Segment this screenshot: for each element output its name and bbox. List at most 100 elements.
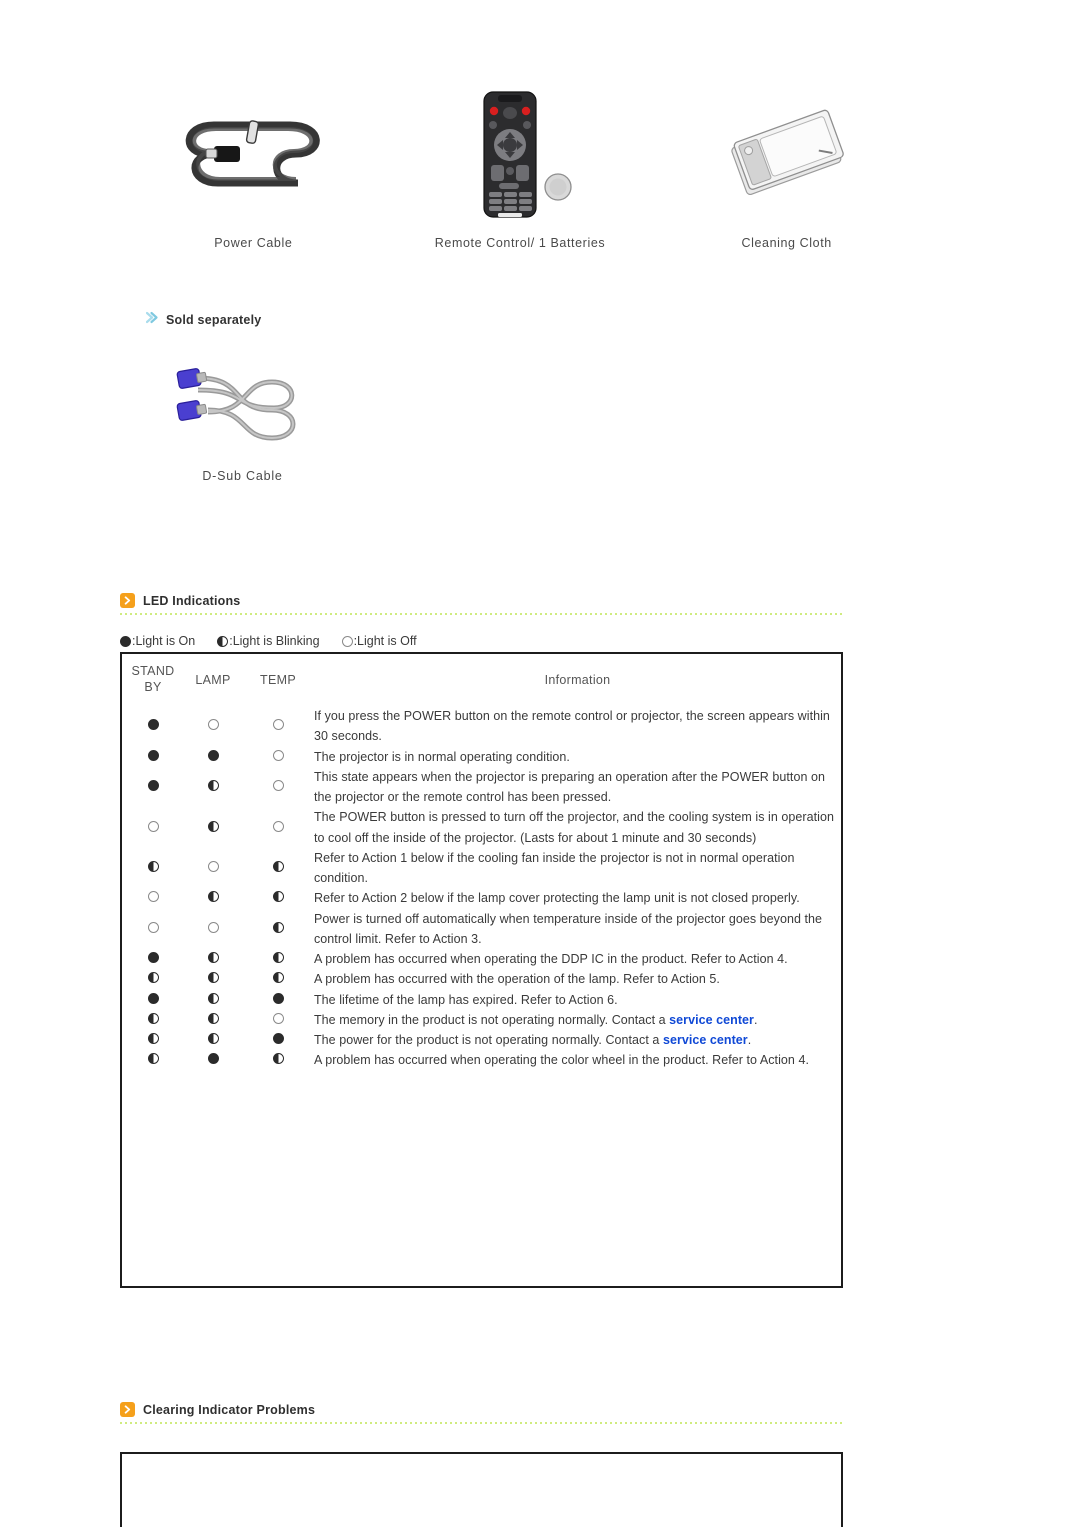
led-cell-temp — [242, 990, 314, 1010]
clearing-indicator-problems-section-heading: Clearing Indicator Problems — [120, 1402, 842, 1424]
section-title: LED Indications — [143, 593, 241, 608]
led-cell-temp — [242, 969, 314, 989]
led-cell-lamp — [184, 1010, 242, 1030]
lamp-off-icon — [272, 780, 284, 791]
lamp-on-icon — [207, 1053, 219, 1065]
information-cell: The POWER button is pressed to turn off … — [314, 807, 841, 848]
lamp-blink-icon — [207, 972, 219, 984]
led-cell-lamp — [184, 969, 242, 989]
information-text: The lifetime of the lamp has expired. Re… — [314, 992, 618, 1007]
led-cell-standby — [122, 1010, 184, 1030]
legend-entry-off: :Light is Off — [341, 634, 417, 648]
remote-control-image — [458, 84, 583, 224]
led-cell-temp — [242, 888, 314, 908]
lamp-blink-icon — [272, 861, 284, 872]
lamp-off-icon — [341, 635, 353, 647]
led-cell-lamp — [184, 1030, 242, 1050]
lamp-blink-icon — [272, 1053, 284, 1065]
lamp-blink-icon — [147, 1033, 159, 1045]
led-cell-lamp — [184, 807, 242, 848]
lamp-off-icon — [207, 921, 219, 933]
lamp-blink-icon — [147, 1053, 159, 1065]
led-cell-temp — [242, 706, 314, 747]
led-indications-table: STAND BY LAMP TEMP Information If you pr… — [120, 652, 843, 1288]
information-cell: A problem has occurred when operating th… — [314, 949, 841, 969]
legend-entry-on: :Light is On — [120, 634, 195, 648]
led-cell-lamp — [184, 949, 242, 969]
lamp-blink-icon — [207, 1012, 219, 1024]
information-text: A problem has occurred when operating th… — [314, 1053, 809, 1068]
section-divider — [120, 1422, 842, 1424]
table-row: This state appears when the projector is… — [122, 767, 841, 808]
lamp-blink-icon — [207, 992, 219, 1004]
legend-label: :Light is Blinking — [229, 634, 320, 648]
lamp-off-icon — [272, 749, 284, 761]
standby-line-2: BY — [144, 680, 162, 694]
information-text: Power is turned off automatically when t… — [314, 911, 823, 946]
table-row: A problem has occurred when operating th… — [122, 1050, 841, 1070]
led-cell-standby — [122, 747, 184, 767]
lamp-blink-icon — [272, 891, 284, 903]
led-cell-temp — [242, 1010, 314, 1030]
legend-entry-blinking: :Light is Blinking — [217, 634, 320, 648]
orange-chevron-icon — [120, 1402, 135, 1417]
information-text: A problem has occurred when operating th… — [314, 952, 788, 966]
orange-chevron-icon — [120, 593, 135, 608]
table-row: The projector is in normal operating con… — [122, 747, 841, 767]
information-text: The POWER button is pressed to turn off … — [314, 810, 834, 845]
led-table-body: If you press the POWER button on the rem… — [122, 706, 841, 1071]
information-cell: This state appears when the projector is… — [314, 767, 841, 808]
led-cell-standby — [122, 848, 184, 889]
sold-separately-heading: Sold separately — [145, 311, 261, 328]
information-cell: The power for the product is not operati… — [314, 1030, 841, 1050]
led-cell-lamp — [184, 767, 242, 808]
column-header-temp: TEMP — [260, 673, 296, 687]
column-header-lamp: LAMP — [195, 673, 231, 687]
led-cell-standby — [122, 949, 184, 969]
table-row: The memory in the product is not operati… — [122, 1010, 841, 1030]
lamp-off-icon — [207, 719, 219, 731]
lamp-on-icon — [147, 780, 159, 791]
information-text: Refer to Action 1 below if the cooling f… — [314, 850, 795, 885]
led-cell-standby — [122, 807, 184, 848]
information-cell: The memory in the product is not operati… — [314, 1010, 841, 1030]
information-text: This state appears when the projector is… — [314, 769, 825, 804]
lamp-blinking-icon — [217, 635, 229, 647]
led-cell-lamp — [184, 747, 242, 767]
section-divider — [120, 613, 842, 615]
column-header-information: Information — [544, 673, 611, 687]
d-sub-cable-item: D-Sub Cable — [160, 352, 325, 483]
led-legend: :Light is On :Light is Blinking :Light i… — [120, 634, 439, 648]
lamp-on-icon — [147, 749, 159, 761]
led-indications-section-heading: LED Indications — [120, 593, 842, 615]
information-cell: A problem has occurred when operating th… — [314, 1050, 841, 1070]
information-text: The power for the product is not operati… — [314, 1033, 663, 1047]
lamp-on-icon — [272, 1033, 284, 1045]
legend-label: :Light is Off — [353, 634, 417, 648]
information-text: Refer to Action 2 below if the lamp cove… — [314, 891, 800, 906]
lamp-off-icon — [272, 1012, 284, 1024]
lamp-blink-icon — [147, 861, 159, 872]
service-center-link[interactable]: service center — [669, 1013, 754, 1027]
lamp-blink-icon — [272, 952, 284, 964]
table-row: If you press the POWER button on the rem… — [122, 706, 841, 747]
d-sub-cable-label: D-Sub Cable — [202, 469, 283, 483]
lamp-blink-icon — [207, 952, 219, 964]
table-row: A problem has occurred with the operatio… — [122, 969, 841, 989]
clearing-indicator-problems-panel — [120, 1452, 843, 1527]
led-cell-temp — [242, 767, 314, 808]
service-center-link[interactable]: service center — [663, 1033, 748, 1047]
lamp-blink-icon — [207, 820, 219, 832]
led-cell-standby — [122, 990, 184, 1010]
led-cell-temp — [242, 1030, 314, 1050]
table-row: A problem has occurred when operating th… — [122, 949, 841, 969]
led-cell-standby — [122, 888, 184, 908]
table-row: Refer to Action 1 below if the cooling f… — [122, 848, 841, 889]
information-cell: Refer to Action 1 below if the cooling f… — [314, 848, 841, 889]
accessory-item: Cleaning Cloth — [653, 60, 920, 250]
table-row: Refer to Action 2 below if the lamp cove… — [122, 888, 841, 908]
lamp-on-icon — [272, 992, 284, 1004]
led-cell-temp — [242, 949, 314, 969]
accessory-item: Power Cable — [120, 60, 387, 250]
led-cell-standby — [122, 1030, 184, 1050]
